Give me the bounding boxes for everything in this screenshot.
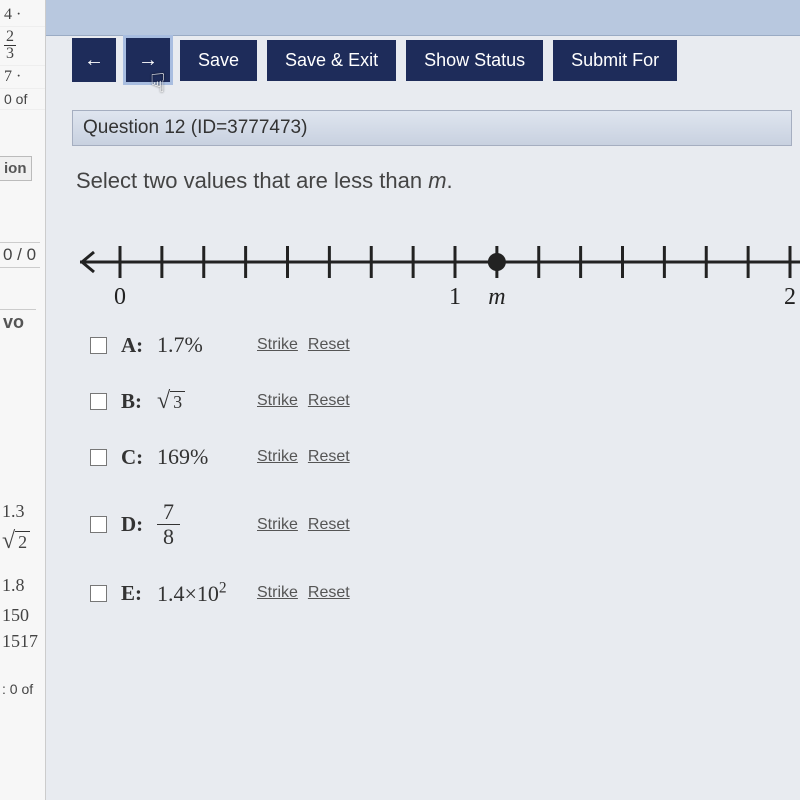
strike-link[interactable]: Strike bbox=[257, 584, 298, 601]
choice-value: 1.7% bbox=[157, 332, 237, 358]
choice-label: D: bbox=[121, 512, 157, 537]
checkbox-c[interactable] bbox=[90, 449, 107, 466]
strike-link[interactable]: Strike bbox=[257, 516, 298, 533]
choice-links: Strike Reset bbox=[257, 584, 356, 602]
choice-row-a: A:1.7% Strike Reset bbox=[90, 332, 792, 358]
choice-row-b: B:√3 Strike Reset bbox=[90, 388, 792, 414]
number-line: 01m2 bbox=[80, 222, 792, 312]
choice-value: 169% bbox=[157, 444, 237, 470]
choice-label: B: bbox=[121, 389, 157, 414]
svg-text:2: 2 bbox=[784, 284, 796, 310]
left-frag-vo: vo bbox=[0, 309, 36, 335]
choice-row-d: D:78 Strike Reset bbox=[90, 500, 792, 549]
choice-label: E: bbox=[121, 581, 157, 606]
svg-text:0: 0 bbox=[114, 284, 126, 310]
left-frag-13: 1.3 bbox=[0, 500, 44, 523]
choice-links: Strike Reset bbox=[257, 448, 356, 466]
reset-link[interactable]: Reset bbox=[308, 448, 350, 465]
left-frag-150: 150 bbox=[0, 604, 44, 627]
choice-links: Strike Reset bbox=[257, 516, 356, 534]
back-button[interactable]: ← bbox=[72, 38, 116, 82]
strike-link[interactable]: Strike bbox=[257, 336, 298, 353]
left-frag-070: 0 / 0 bbox=[0, 242, 40, 268]
reset-link[interactable]: Reset bbox=[308, 584, 350, 601]
left-frag-1517: 1517 bbox=[0, 630, 44, 653]
reset-link[interactable]: Reset bbox=[308, 336, 350, 353]
arrow-left-icon: ← bbox=[84, 49, 104, 72]
choice-row-e: E:1.4×102 Strike Reset bbox=[90, 579, 792, 606]
save-button[interactable]: Save bbox=[180, 40, 257, 81]
choice-value: √3 bbox=[157, 388, 237, 414]
choice-label: A: bbox=[121, 333, 157, 358]
choice-links: Strike Reset bbox=[257, 336, 356, 354]
left-frag-sqrt2: √2 bbox=[0, 528, 44, 554]
checkbox-a[interactable] bbox=[90, 337, 107, 354]
save-exit-button[interactable]: Save & Exit bbox=[267, 40, 396, 81]
checkbox-e[interactable] bbox=[90, 585, 107, 602]
reset-link[interactable]: Reset bbox=[308, 392, 350, 409]
arrow-right-icon: → bbox=[138, 49, 158, 72]
choice-links: Strike Reset bbox=[257, 392, 356, 410]
svg-text:1: 1 bbox=[449, 284, 461, 310]
left-frag-18: 1.8 bbox=[0, 574, 44, 597]
checkbox-b[interactable] bbox=[90, 393, 107, 410]
submit-button[interactable]: Submit For bbox=[553, 40, 677, 81]
reset-link[interactable]: Reset bbox=[308, 516, 350, 533]
show-status-button[interactable]: Show Status bbox=[406, 40, 543, 81]
choice-value: 1.4×102 bbox=[157, 579, 237, 606]
forward-button[interactable]: → bbox=[126, 38, 170, 82]
strike-link[interactable]: Strike bbox=[257, 392, 298, 409]
choice-label: C: bbox=[121, 445, 157, 470]
choice-row-c: C:169% Strike Reset bbox=[90, 444, 792, 470]
choice-value: 78 bbox=[157, 500, 237, 549]
question-header: Question 12 (ID=3777473) bbox=[72, 110, 792, 146]
question-prompt: Select two values that are less than m. bbox=[76, 168, 788, 194]
left-frag-0of: : 0 of bbox=[0, 680, 44, 698]
checkbox-d[interactable] bbox=[90, 516, 107, 533]
left-tab-ion: ion bbox=[0, 156, 32, 181]
svg-text:m: m bbox=[488, 284, 505, 310]
strike-link[interactable]: Strike bbox=[257, 448, 298, 465]
